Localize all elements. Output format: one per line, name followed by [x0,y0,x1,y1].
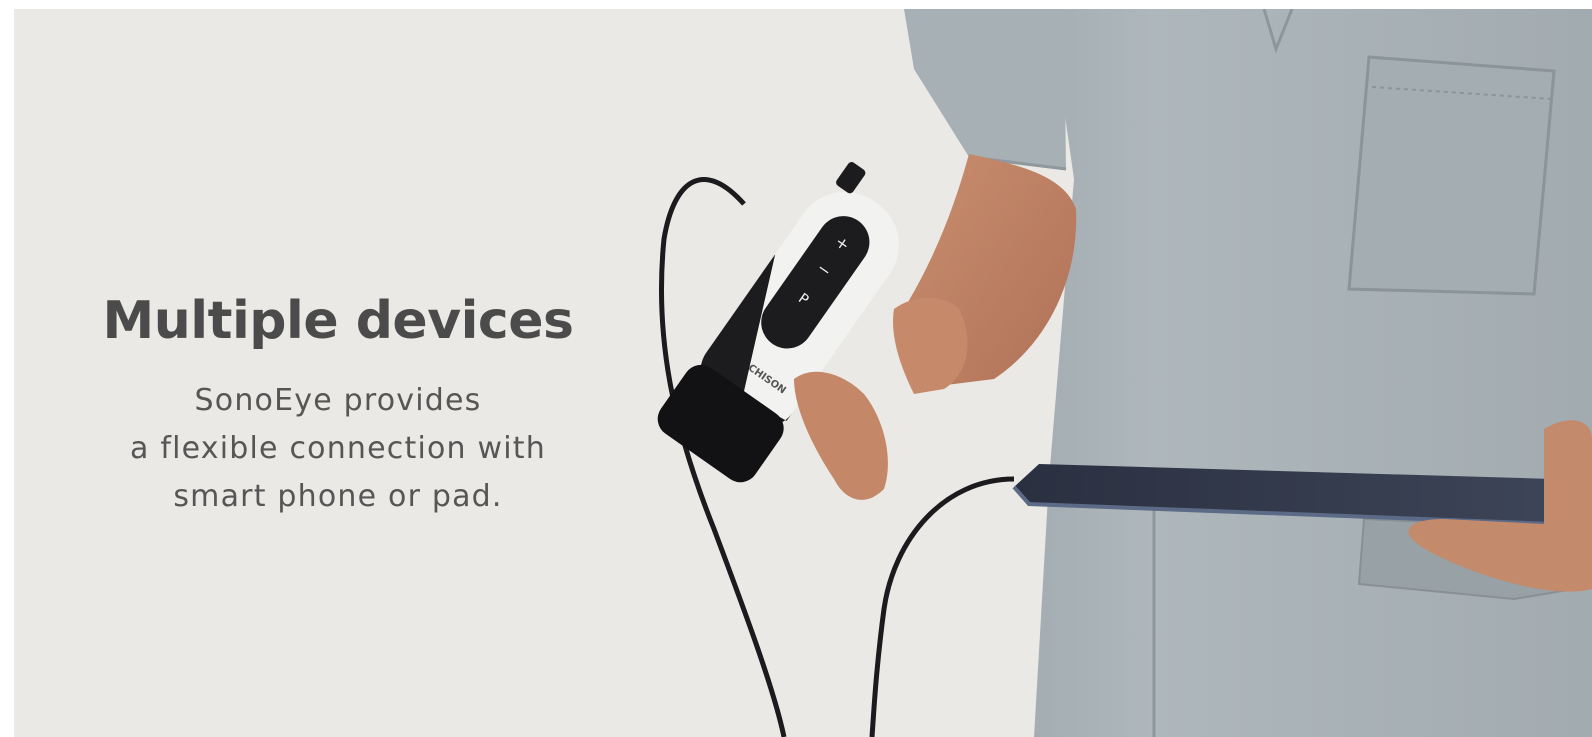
description-line-3: smart phone or pad. [173,479,503,514]
headline: Multiple devices [102,291,574,351]
description-line-2: a flexible connection with [130,431,546,466]
description: SonoEye provides a flexible connection w… [98,377,578,521]
text-block: Multiple devices SonoEye provides a flex… [98,285,578,521]
doctor-figure [904,9,1592,737]
ultrasound-probe: + − P CHISON [657,162,899,483]
tablet-cable [869,476,1015,737]
product-banner: + − P CHISON Multiple devices SonoEye pr… [14,9,1592,737]
description-line-1: SonoEye provides [194,383,482,418]
